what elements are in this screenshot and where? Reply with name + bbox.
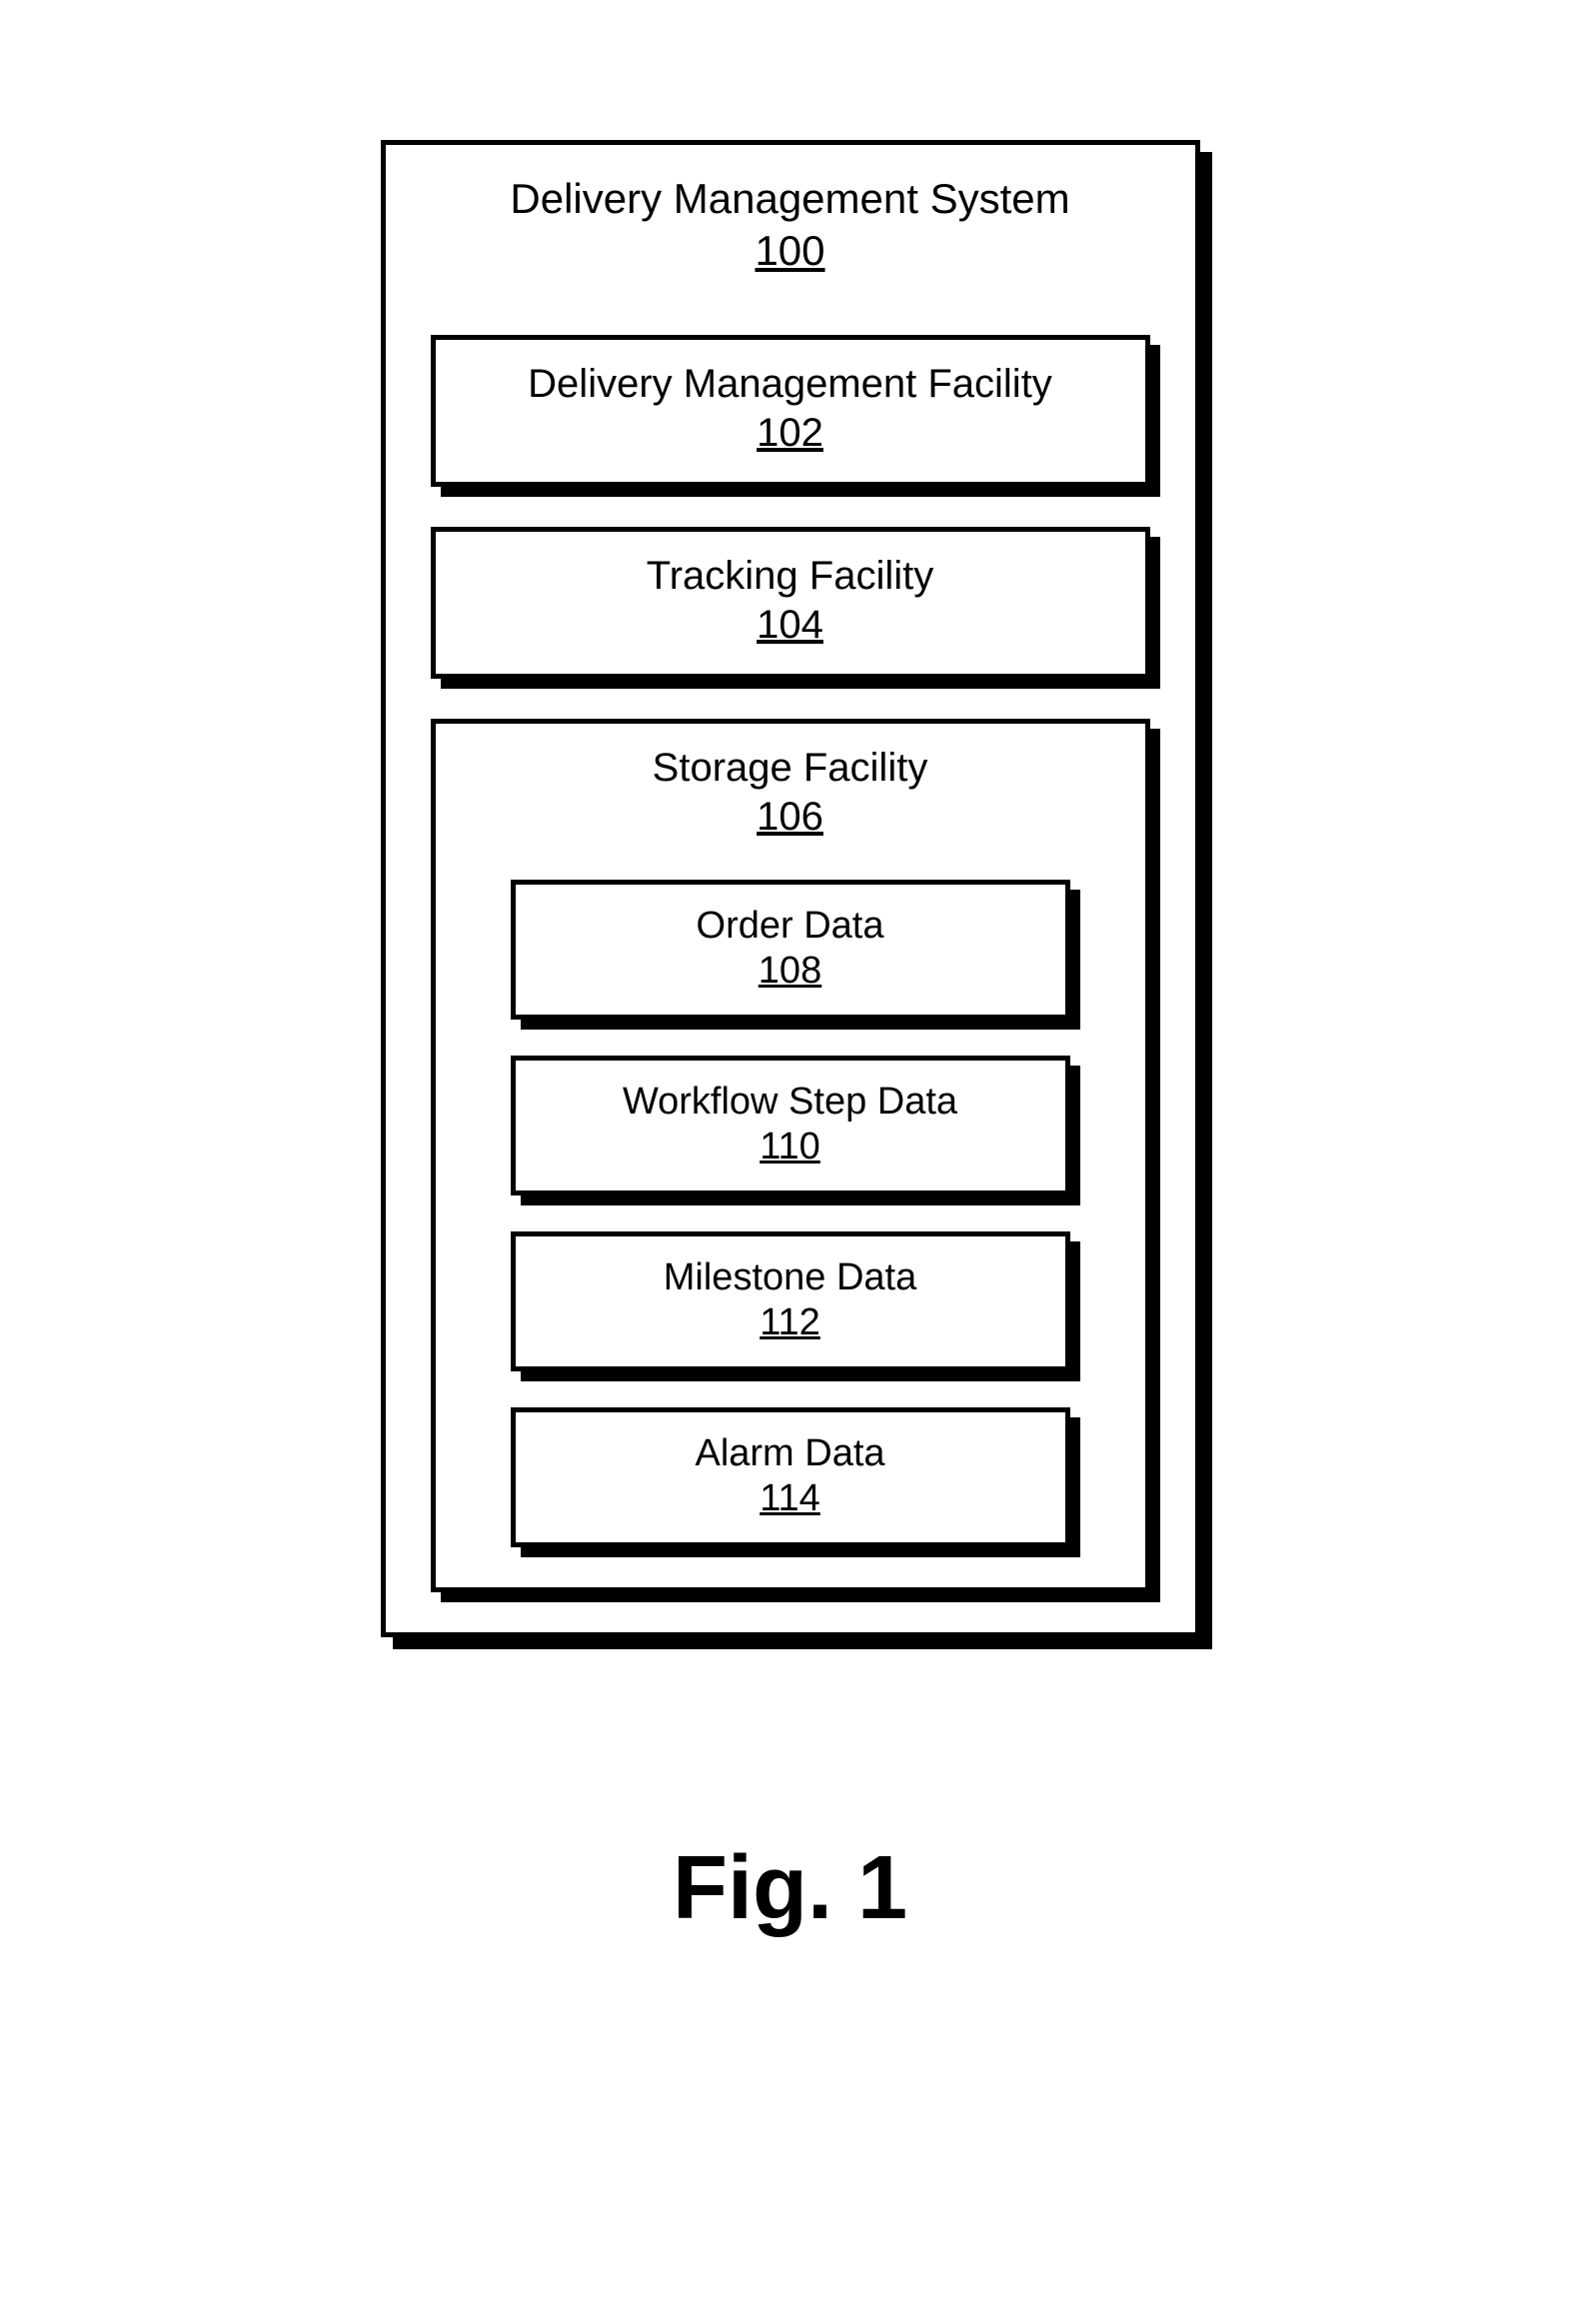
facility-box-tracking: Tracking Facility 104 [431,527,1150,679]
data-box-order: Order Data 108 [511,880,1070,1020]
system-title-block: Delivery Management System 100 [510,175,1069,275]
data-ref: 110 [760,1126,820,1168]
data-ref: 108 [759,950,821,993]
storage-facility-box: Storage Facility 106 Order Data 108 Work… [431,719,1150,1592]
data-title: Alarm Data [695,1432,884,1475]
data-box-milestone: Milestone Data 112 [511,1231,1070,1371]
data-box-workflow-step: Workflow Step Data 110 [511,1056,1070,1195]
facility-title: Tracking Facility [647,554,933,599]
diagram-page: Delivery Management System 100 Delivery … [0,0,1580,2324]
system-ref: 100 [510,227,1069,275]
data-ref: 112 [760,1301,820,1344]
storage-title: Storage Facility [653,746,928,791]
storage-title-block: Storage Facility 106 [653,746,928,840]
facility-box-delivery-management: Delivery Management Facility 102 [431,335,1150,487]
data-ref: 114 [760,1477,820,1520]
system-box: Delivery Management System 100 Delivery … [381,140,1200,1637]
data-box-alarm: Alarm Data 114 [511,1407,1070,1547]
data-title: Workflow Step Data [623,1081,957,1124]
figure-label: Fig. 1 [673,1837,907,1940]
storage-ref: 106 [653,795,928,840]
facility-title: Delivery Management Facility [528,362,1052,407]
data-title: Milestone Data [664,1256,916,1299]
data-title: Order Data [697,905,884,948]
facility-ref: 104 [757,603,823,648]
system-title: Delivery Management System [510,175,1069,223]
facility-ref: 102 [757,411,823,456]
